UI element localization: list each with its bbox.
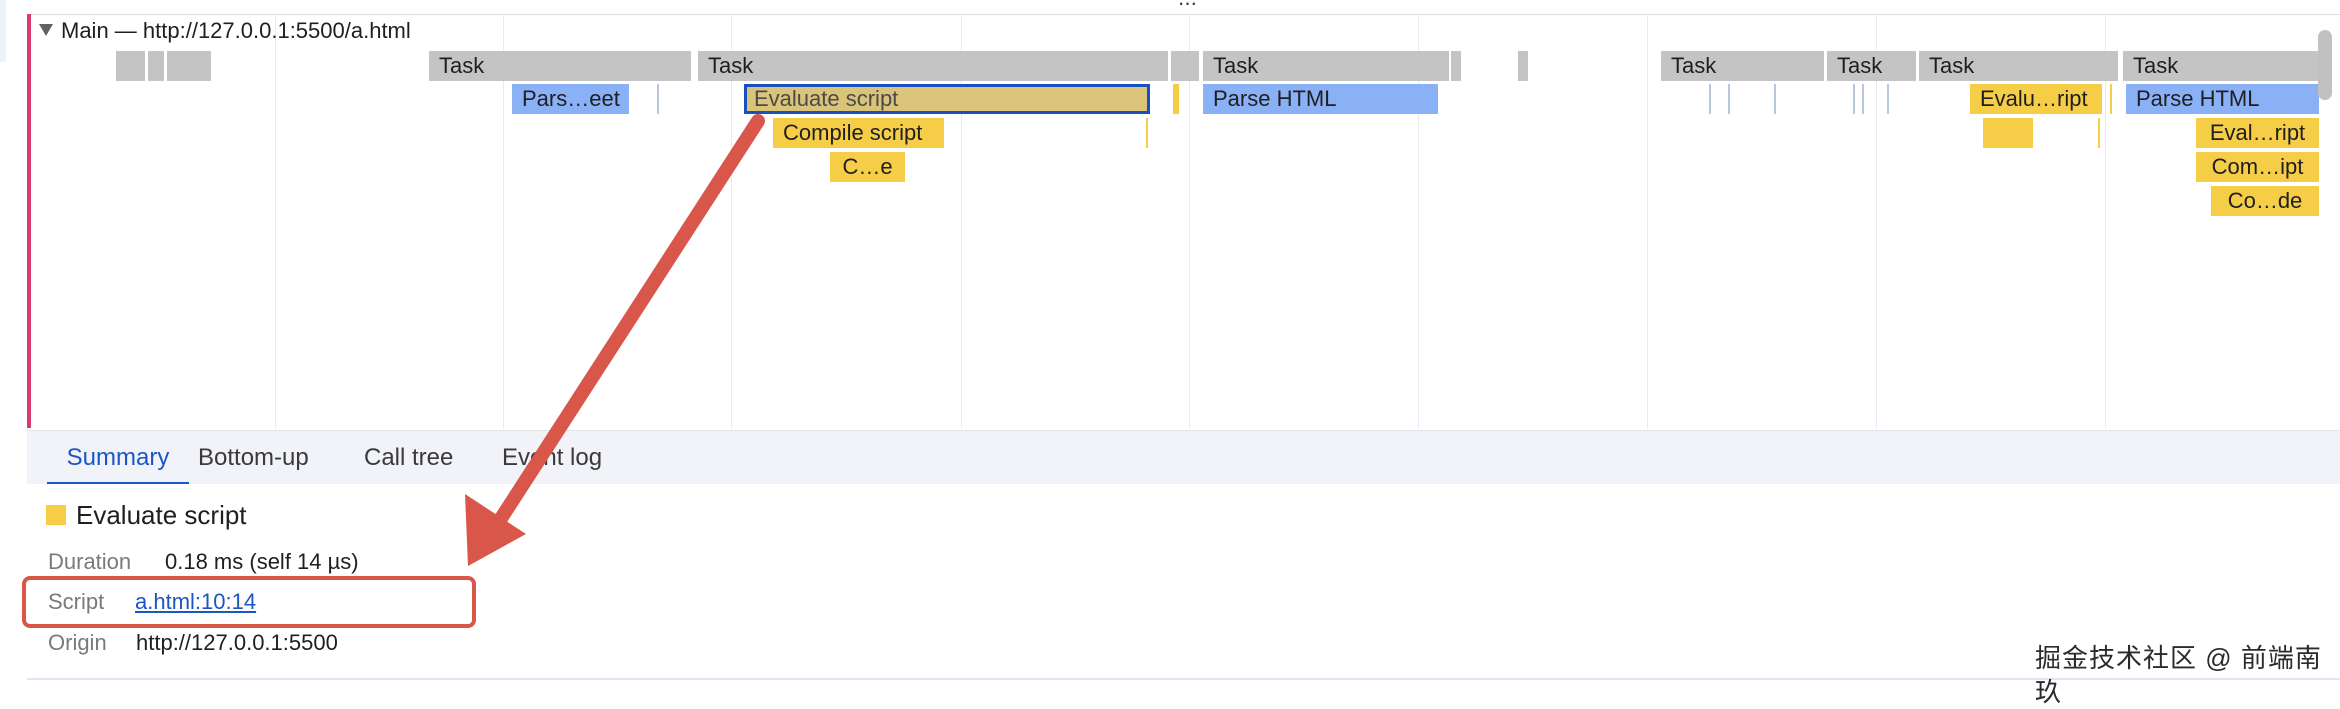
annotation-arrow-icon [465, 114, 765, 566]
watermark: 掘金技术社区 @ 前端南玖 [2035, 643, 2322, 707]
